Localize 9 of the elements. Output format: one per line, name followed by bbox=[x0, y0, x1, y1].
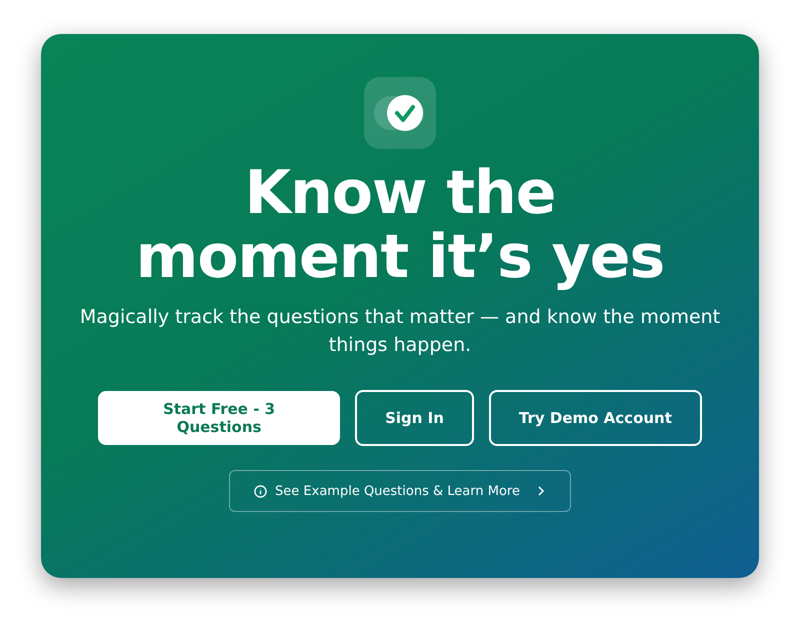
outline-button[interactable]: Sign In bbox=[355, 390, 474, 446]
app-logo bbox=[364, 77, 436, 149]
chevron-right-icon bbox=[536, 485, 546, 497]
headline: Know the moment it’s yes bbox=[134, 161, 666, 289]
subtitle: Magically track the questions that matter — and know the moment things happen. bbox=[78, 305, 722, 358]
start-free-button[interactable]: Start Free - 3 Questions bbox=[98, 391, 340, 445]
learn-more-button[interactable]: See Example Questions & Learn More bbox=[229, 470, 571, 512]
info-icon bbox=[254, 484, 268, 498]
outline-button[interactable]: Try Demo Account bbox=[488, 390, 702, 446]
